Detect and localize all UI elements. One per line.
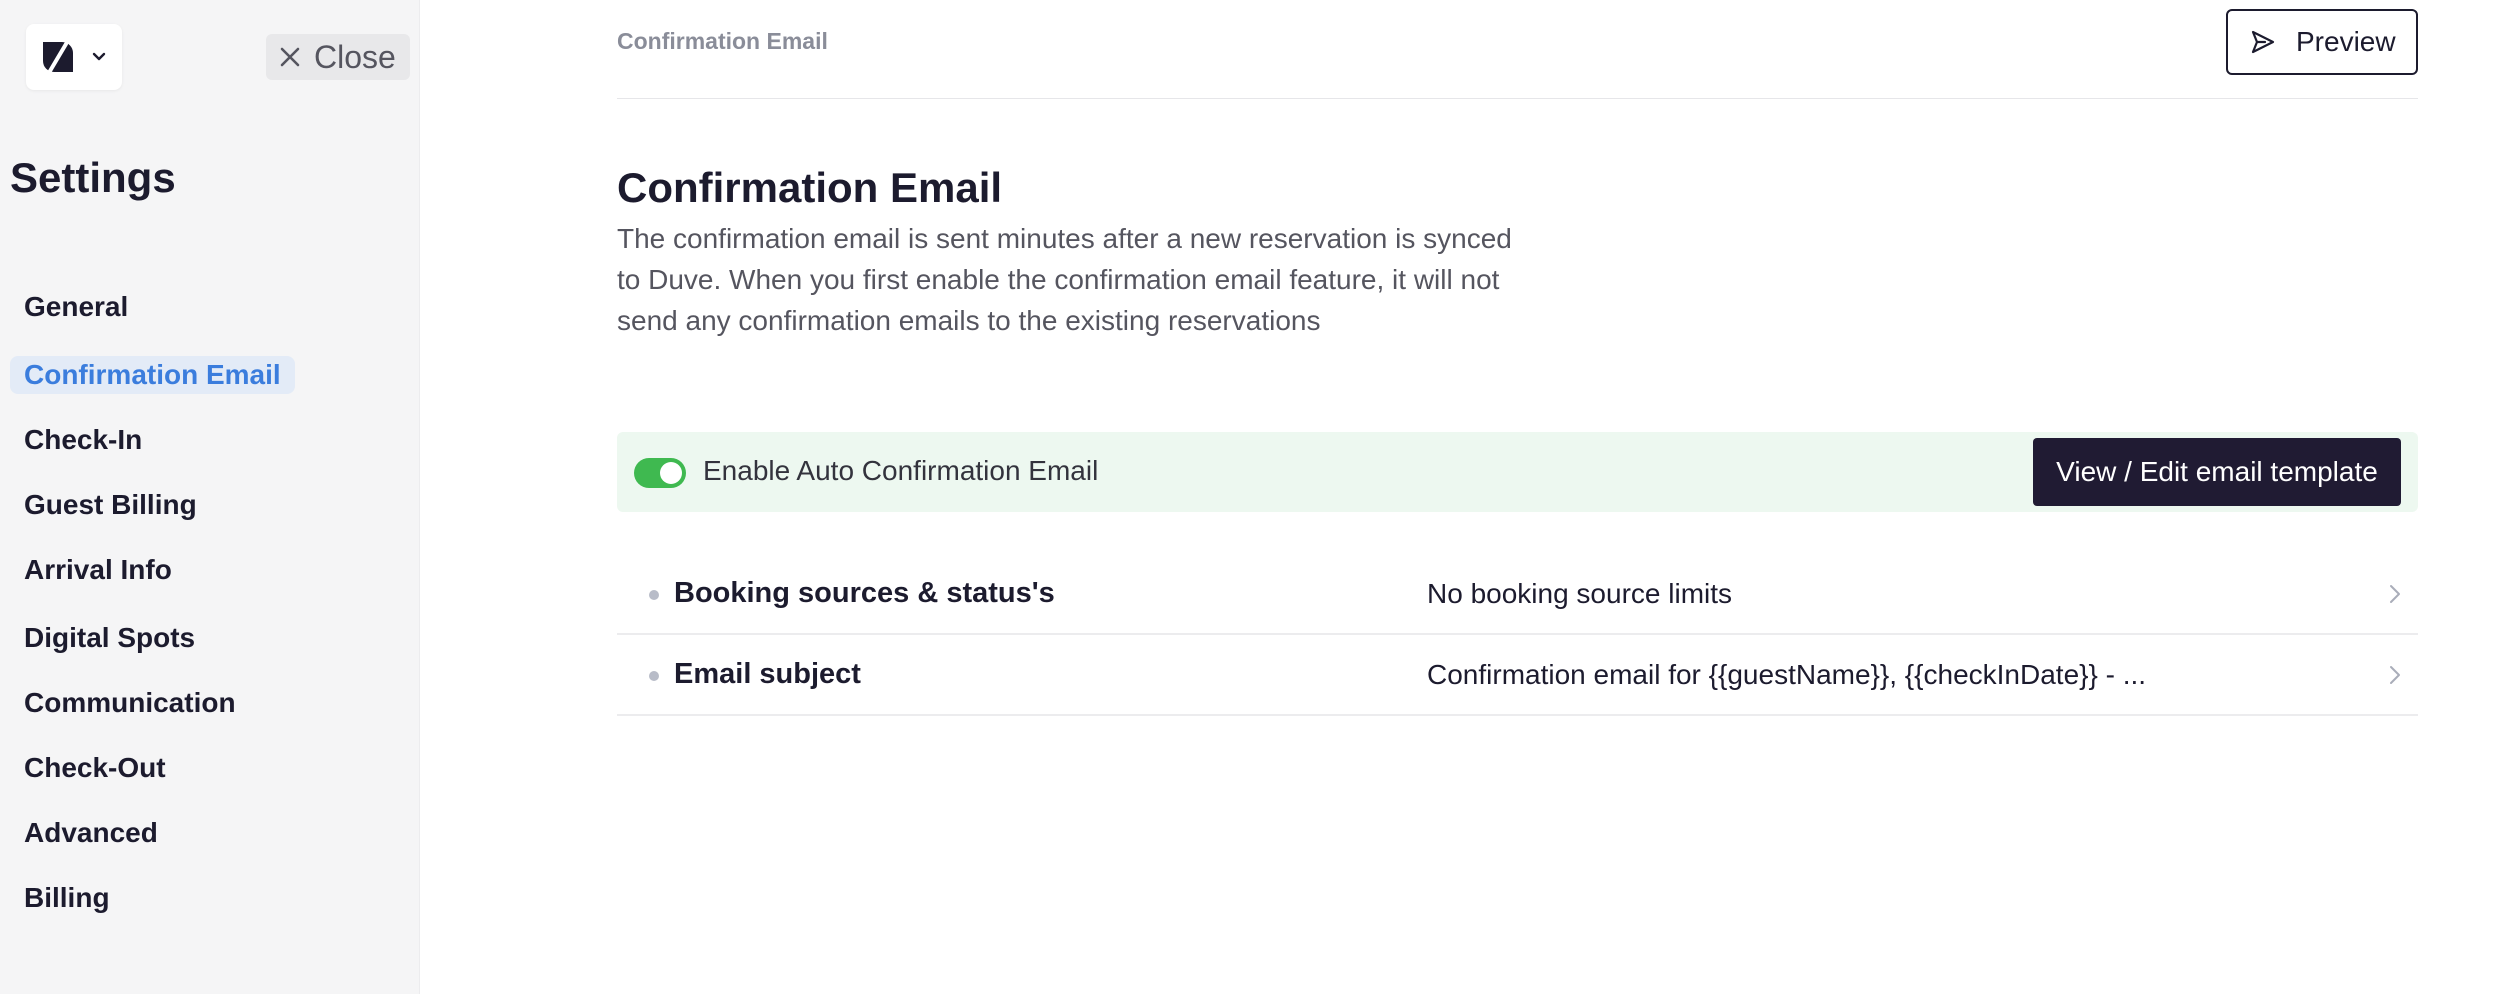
sidebar-item-check-out[interactable]: Check-Out xyxy=(10,749,180,787)
chevron-right-icon xyxy=(2390,585,2400,603)
sidebar-item-guest-billing[interactable]: Guest Billing xyxy=(10,486,211,524)
booking-sources-row[interactable]: Booking sources & status's No booking so… xyxy=(617,554,2418,635)
sidebar-item-billing[interactable]: Billing xyxy=(10,879,124,917)
main-content: Confirmation Email Preview Confirmation … xyxy=(420,0,2500,994)
sidebar-item-check-in[interactable]: Check-In xyxy=(10,421,156,459)
workspace-switcher[interactable] xyxy=(26,24,122,90)
sidebar-item-general[interactable]: General xyxy=(10,288,142,326)
page-title: Confirmation Email xyxy=(617,164,1003,211)
auto-confirmation-toggle-bar: Enable Auto Confirmation Email View / Ed… xyxy=(617,432,2418,512)
bullet-icon xyxy=(649,590,659,600)
close-label: Close xyxy=(314,38,396,75)
close-button[interactable]: Close xyxy=(266,34,410,80)
settings-sidebar: Close Settings General Confirmation Emai… xyxy=(0,0,420,994)
row-value: Confirmation email for {{guestName}}, {{… xyxy=(1427,659,2147,690)
auto-confirmation-toggle[interactable] xyxy=(634,458,686,488)
sidebar-item-communication[interactable]: Communication xyxy=(10,684,250,722)
sidebar-item-advanced[interactable]: Advanced xyxy=(10,814,172,852)
page-description: The confirmation email is sent minutes a… xyxy=(617,223,1512,336)
breadcrumb: Confirmation Email xyxy=(617,28,828,54)
chevron-right-icon xyxy=(2390,666,2400,684)
chevron-down-icon xyxy=(92,52,106,61)
header-divider xyxy=(617,98,2418,99)
view-edit-template-button[interactable]: View / Edit email template xyxy=(2033,438,2401,506)
duve-logo-icon xyxy=(43,42,73,73)
bullet-icon xyxy=(649,671,659,681)
sidebar-item-digital-spots[interactable]: Digital Spots xyxy=(10,619,209,657)
toggle-label: Enable Auto Confirmation Email xyxy=(703,455,1099,486)
sidebar-title: Settings xyxy=(10,154,176,201)
toggle-knob xyxy=(660,462,682,484)
email-subject-row[interactable]: Email subject Confirmation email for {{g… xyxy=(617,635,2418,716)
preview-button[interactable]: Preview xyxy=(2226,9,2418,75)
row-label: Email subject xyxy=(674,658,861,690)
row-value: No booking source limits xyxy=(1427,578,1733,609)
close-icon xyxy=(280,47,300,67)
sidebar-item-arrival-info[interactable]: Arrival Info xyxy=(10,551,186,589)
row-label: Booking sources & status's xyxy=(674,577,1055,609)
preview-label: Preview xyxy=(2296,26,2396,57)
sidebar-item-confirmation-email[interactable]: Confirmation Email xyxy=(10,356,295,394)
send-icon xyxy=(2251,30,2275,54)
